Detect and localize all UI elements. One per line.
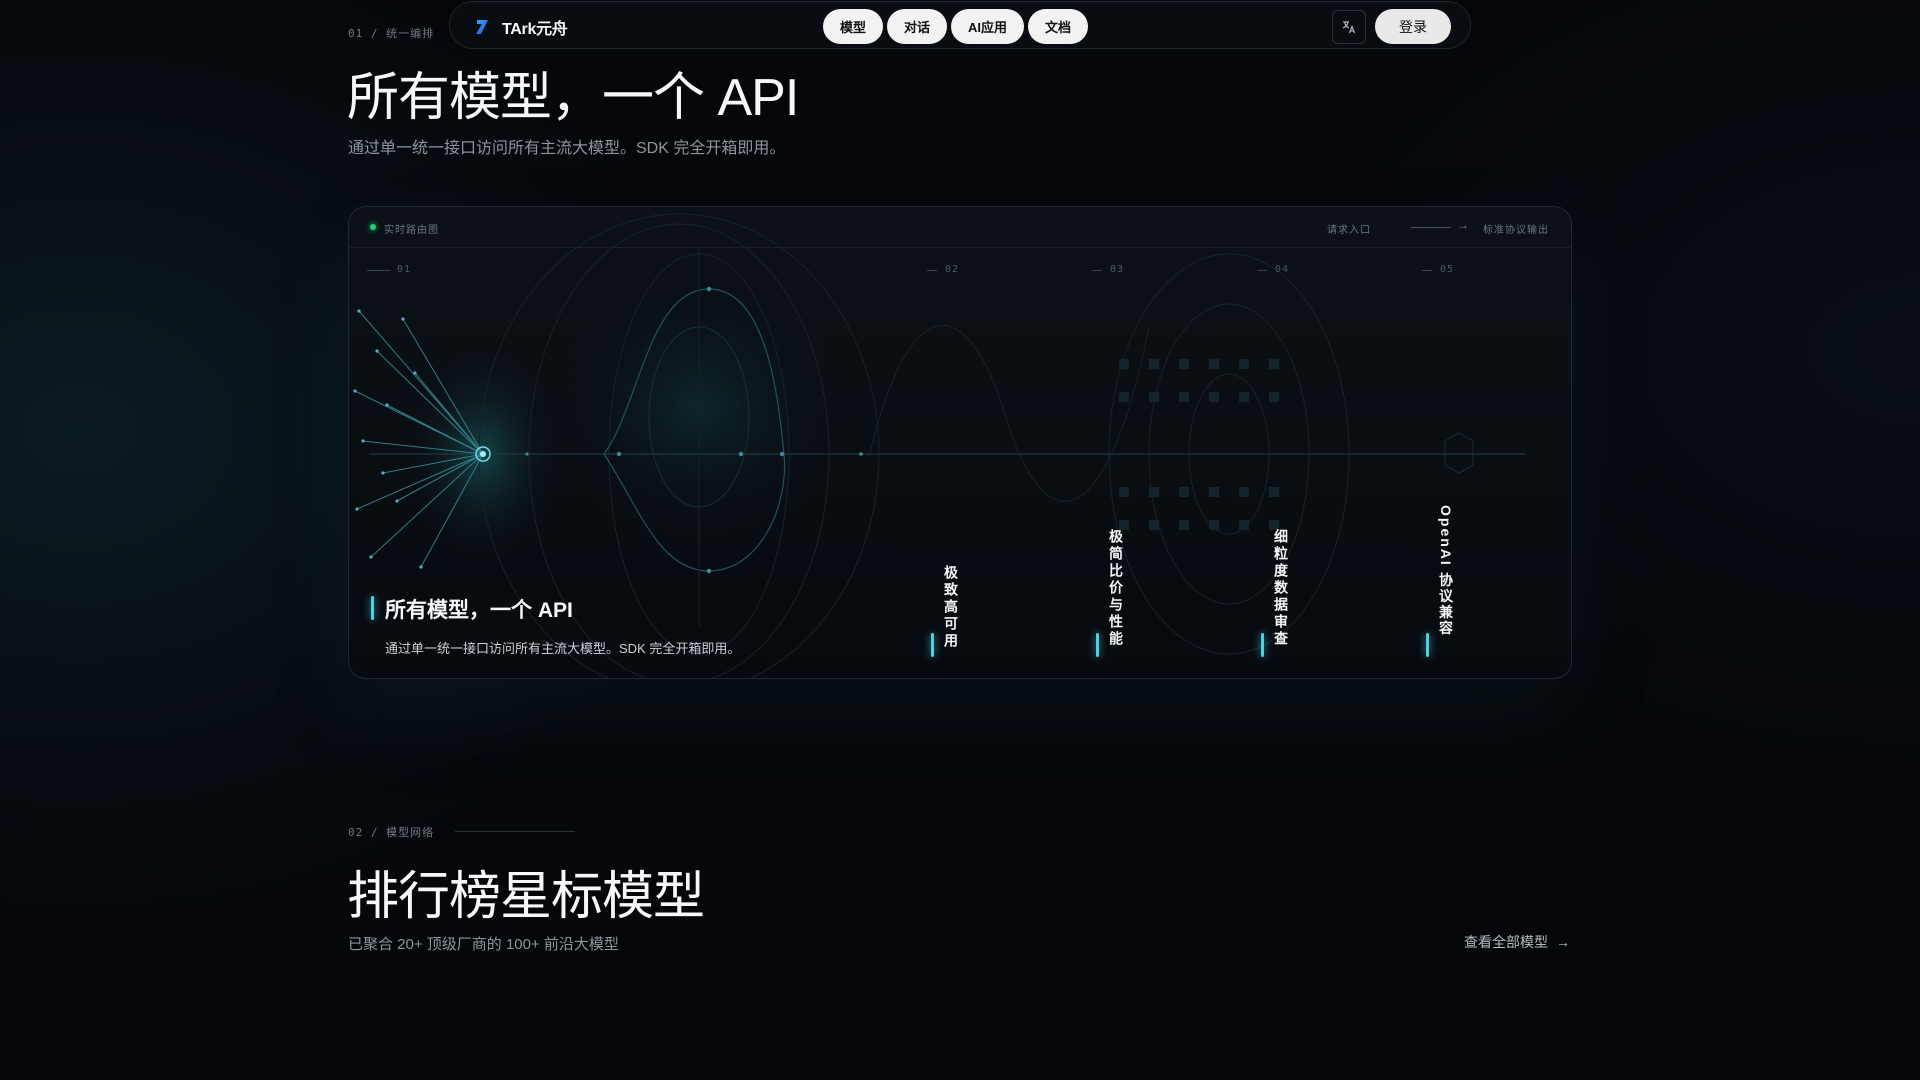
translate-icon (1342, 21, 1356, 34)
section2-title: 排行榜星标模型 (347, 868, 705, 926)
step-index-01: 01 (397, 264, 412, 275)
feature-data-audit[interactable]: 细粒度数据审查 (1271, 529, 1291, 648)
feature-high-availability[interactable]: 极致高可用 (941, 565, 961, 650)
step-index-03: 03 (1110, 264, 1125, 275)
feature-accent-bar (1426, 633, 1429, 657)
feature-accent-bar (931, 633, 934, 657)
nav-item-ai-apps[interactable]: AI应用 (951, 9, 1025, 44)
brand-name: TArk元舟 (502, 21, 568, 38)
feature-accent-bar (371, 596, 374, 620)
index-divider (1092, 270, 1102, 271)
brand[interactable]: TArk元舟 (472, 15, 568, 39)
feature-openai-compat[interactable]: OpenAI 协议兼容 (1436, 505, 1456, 637)
nav-item-models[interactable]: 模型 (823, 9, 884, 44)
index-divider (367, 270, 391, 271)
feature-main-description: 通过单一统一接口访问所有主流大模型。SDK 完全开箱即用。 (385, 641, 741, 656)
nav-menu: 模型 对话 AI应用 文档 (823, 9, 1089, 44)
diagram-topbar (349, 207, 1571, 248)
index-divider (1422, 270, 1432, 271)
step-index-02: 02 (945, 264, 960, 275)
routing-diagram-card: 实时路由图 请求入口 → 标准协议输出 01 02 03 04 05 所有模型，… (348, 206, 1572, 679)
brand-logo-icon (476, 20, 488, 34)
section2-eyebrow: 02 / 模型网络 (348, 826, 435, 839)
section1-eyebrow: 01 / 统一编排 (348, 27, 435, 40)
live-status-dot (370, 224, 376, 230)
io-divider (1411, 227, 1451, 228)
view-all-label: 查看全部模型 (1464, 934, 1548, 950)
live-route-label: 实时路由图 (384, 225, 439, 236)
nav-item-chat[interactable]: 对话 (887, 9, 948, 44)
feature-accent-bar (1096, 633, 1099, 657)
login-button[interactable]: 登录 (1375, 9, 1451, 44)
request-input-label: 请求入口 (1327, 225, 1371, 236)
feature-price-performance[interactable]: 极简比价与性能 (1106, 529, 1126, 648)
view-all-models-link[interactable]: 查看全部模型 → (1464, 932, 1570, 952)
section1-subtitle: 通过单一统一接口访问所有主流大模型。SDK 完全开箱即用。 (348, 140, 786, 157)
arrow-right-icon: → (1457, 218, 1469, 232)
index-divider (927, 270, 937, 271)
language-button[interactable] (1332, 10, 1366, 44)
step-index-04: 04 (1275, 264, 1290, 275)
nav-item-docs[interactable]: 文档 (1028, 9, 1089, 44)
section2-subtitle: 已聚合 20+ 顶级厂商的 100+ 前沿大模型 (348, 936, 619, 953)
eyebrow-divider (455, 831, 575, 832)
arrow-right-icon: → (1556, 934, 1570, 950)
step-index-05: 05 (1440, 264, 1455, 275)
top-navbar: TArk元舟 模型 对话 AI应用 文档 登录 (449, 1, 1471, 49)
section1-title: 所有模型，一个 API (347, 69, 799, 127)
feature-main-title: 所有模型，一个 API (385, 599, 573, 622)
standard-output-label: 标准协议输出 (1483, 225, 1549, 236)
feature-accent-bar (1261, 633, 1264, 657)
index-divider (1257, 270, 1267, 271)
